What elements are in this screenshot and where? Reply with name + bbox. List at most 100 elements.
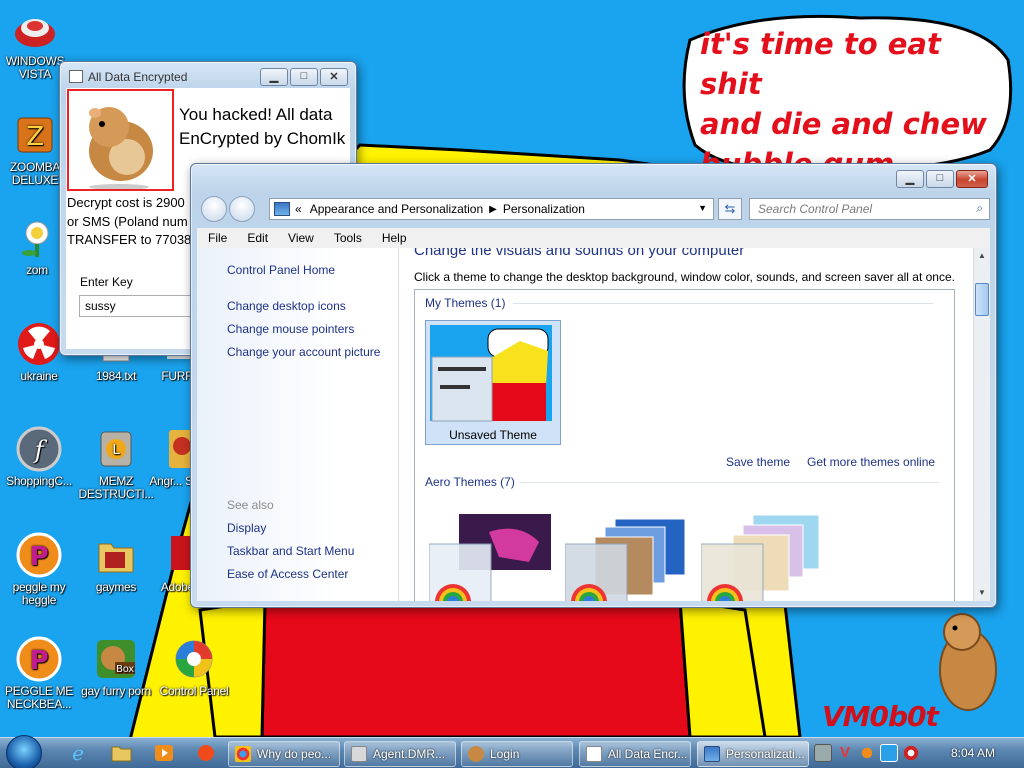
get-more-themes-link[interactable]: Get more themes online: [807, 455, 935, 469]
start-button[interactable]: [6, 735, 42, 768]
desktop-icon-label: 1984.txt: [95, 369, 137, 383]
menu-edit[interactable]: Edit: [236, 231, 277, 245]
change-desktop-icons-link[interactable]: Change desktop icons: [227, 299, 346, 313]
close-button[interactable]: ✕: [956, 170, 988, 188]
close-button[interactable]: ✕: [320, 68, 348, 86]
refresh-icon: ⇆: [724, 201, 736, 216]
theme-list: My Themes (1) Unsaved Theme Save theme G…: [414, 289, 955, 601]
plant-icon: [14, 215, 60, 261]
vertical-scrollbar[interactable]: ▲ ▼: [973, 248, 990, 601]
speech-bubble-text: it's time to eat shit and die and chew b…: [700, 24, 1000, 184]
control-panel-icon: [704, 746, 720, 762]
menu-file[interactable]: File: [197, 231, 236, 245]
internet-explorer-icon[interactable]: e: [66, 741, 90, 765]
task-pane: Control Panel Home Change desktop icons …: [197, 248, 399, 601]
maximize-icon: □: [936, 172, 944, 184]
window-title: All Data Encrypted: [88, 70, 188, 84]
ease-of-access-link[interactable]: Ease of Access Center: [227, 567, 348, 581]
ransom-instructions: Decrypt cost is 2900 or SMS (Poland num …: [67, 194, 191, 250]
taskbar-item-login[interactable]: Login: [461, 741, 573, 767]
group-label: My Themes (1): [425, 296, 506, 310]
close-icon: ✕: [329, 71, 339, 83]
minimize-button[interactable]: ▁: [896, 170, 924, 188]
svg-text:Z: Z: [26, 122, 44, 152]
scroll-up-icon[interactable]: ▲: [974, 248, 990, 264]
group-divider: [513, 303, 933, 304]
menu-help[interactable]: Help: [371, 231, 416, 245]
cost-line: or SMS (Poland num: [67, 213, 188, 229]
clock[interactable]: 8:04 AM: [951, 746, 995, 760]
explorer-folder-icon[interactable]: [110, 742, 134, 764]
scrollbar-thumb[interactable]: [975, 283, 989, 316]
breadcrumb-overflow-icon[interactable]: «: [295, 202, 302, 216]
tray-v-icon[interactable]: V: [836, 744, 854, 762]
scroll-down-icon[interactable]: ▼: [974, 585, 990, 601]
taskbar-item-label: Personalizati...: [726, 747, 805, 761]
close-icon: ✕: [967, 173, 977, 185]
taskbar-item-agent[interactable]: Agent.DMR...: [344, 741, 456, 767]
search-icon[interactable]: ⌕: [976, 201, 983, 216]
refresh-button[interactable]: ⇆: [718, 198, 742, 220]
tray-network-icon[interactable]: [880, 744, 898, 762]
desktop-icon-shopping[interactable]: f ShoppingC...: [1, 426, 77, 488]
breadcrumb-appearance[interactable]: Appearance and Personalization: [310, 202, 483, 216]
taskbar-item-label: Why do peo...: [257, 747, 332, 761]
taskbar-start-menu-link[interactable]: Taskbar and Start Menu: [227, 544, 354, 558]
app-pin-icon[interactable]: [194, 742, 218, 764]
tray-search-icon[interactable]: [858, 744, 876, 762]
theme-tile-label: Unsaved Theme: [449, 428, 537, 442]
desktop-icon-label: peggle my heggle: [12, 580, 66, 607]
control-panel-icon: [171, 636, 217, 682]
maximize-button[interactable]: □: [926, 170, 954, 188]
maximize-icon: □: [300, 70, 308, 82]
desktop-icon-control-panel[interactable]: Control Panel: [156, 636, 232, 698]
taskbar-item-personalization[interactable]: Personalizati...: [697, 741, 809, 767]
desktop-icon-peggle-my-heggle[interactable]: P peggle my heggle: [1, 532, 77, 607]
change-account-picture-link[interactable]: Change your account picture: [227, 345, 380, 359]
chevron-down-icon[interactable]: ▼: [698, 203, 707, 213]
media-player-icon[interactable]: [152, 742, 176, 764]
svg-text:L: L: [113, 443, 121, 458]
cost-line: TRANSFER to 77038: [67, 232, 192, 247]
aero-theme-tile[interactable]: [564, 505, 691, 601]
unsaved-theme-tile[interactable]: Unsaved Theme: [425, 320, 561, 445]
search-placeholder: Search Control Panel: [758, 202, 873, 216]
forward-button[interactable]: [229, 196, 255, 222]
taskbar-item-label: All Data Encr...: [608, 747, 688, 761]
minimize-button[interactable]: ▁: [260, 68, 288, 86]
content-pane: Change the visuals and sounds on your co…: [399, 248, 990, 601]
speech-line: and die and chew: [700, 107, 987, 141]
menu-tools[interactable]: Tools: [323, 231, 371, 245]
tray-app-icon[interactable]: [814, 744, 832, 762]
save-theme-link[interactable]: Save theme: [726, 455, 790, 469]
window-icon: [586, 746, 602, 762]
aero-theme-tile[interactable]: [428, 512, 555, 601]
caption-buttons: ▁ □ ✕: [258, 68, 348, 86]
breadcrumb-personalization[interactable]: Personalization: [503, 202, 585, 216]
display-link[interactable]: Display: [227, 521, 266, 535]
desktop-icon-memz[interactable]: L MEMZ DESTRUCTI...: [78, 426, 154, 501]
taskbar-item-encrypted[interactable]: All Data Encr...: [579, 741, 691, 767]
desktop-icon-gaymes[interactable]: gaymes: [78, 532, 154, 594]
tray-recorder-icon[interactable]: [902, 744, 920, 762]
change-mouse-pointers-link[interactable]: Change mouse pointers: [227, 322, 354, 336]
desktop-icon-label: ShoppingC...: [6, 474, 72, 488]
personalization-window[interactable]: ▁ □ ✕ « Appearance and Personalization ▶…: [190, 163, 997, 608]
menu-view[interactable]: View: [277, 231, 323, 245]
back-button[interactable]: [201, 196, 227, 222]
search-input[interactable]: Search Control Panel ⌕: [749, 198, 990, 220]
app-window-icon: [69, 70, 83, 83]
taskbar-item-browser[interactable]: Why do peo...: [228, 741, 340, 767]
wallpaper-signature: VM0b0t: [822, 700, 939, 733]
aero-theme-tile[interactable]: [700, 505, 827, 601]
control-panel-home-link[interactable]: Control Panel Home: [227, 263, 335, 277]
aero-themes-group: Aero Themes (7): [425, 475, 939, 489]
window-icon: [351, 746, 367, 762]
group-label: Aero Themes (7): [425, 475, 515, 489]
desktop-icon-peggle-me[interactable]: P PEGGLE ME NECKBEA...: [1, 636, 77, 711]
desktop-icon-gay-furry[interactable]: Box gay furry porn: [78, 636, 154, 698]
maximize-button[interactable]: □: [290, 68, 318, 86]
address-bar[interactable]: « Appearance and Personalization ▶ Perso…: [269, 198, 714, 220]
theme-preview-image: [430, 325, 552, 422]
minimize-icon: ▁: [905, 173, 915, 185]
